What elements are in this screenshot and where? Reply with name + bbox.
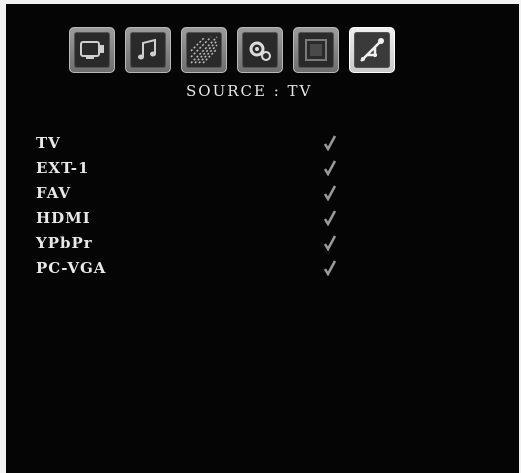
- source-item-pc-vga[interactable]: PC-VGA: [36, 255, 366, 280]
- menu-tab-picture[interactable]: [69, 27, 115, 73]
- menu-tab-features[interactable]: [237, 27, 283, 73]
- checkmark-icon: [323, 185, 337, 201]
- checkmark-icon: [323, 160, 337, 176]
- checkmark-icon: [323, 235, 337, 251]
- source-item-fav[interactable]: FAV: [36, 180, 366, 205]
- menu-tab-sound[interactable]: [125, 27, 171, 73]
- page-title: SOURCE : TV: [186, 82, 313, 100]
- source-label: EXT-1: [36, 158, 90, 177]
- source-label: YPbPr: [36, 233, 93, 252]
- sound-icon: [138, 38, 156, 60]
- source-icon: [360, 38, 384, 62]
- menu-tab-settings[interactable]: [181, 27, 227, 73]
- settings-icon: [190, 36, 218, 64]
- osd-screen: SOURCE : TV TV EXT-1 FAV HDMI YPbPr PC-V…: [6, 4, 519, 473]
- source-list: TV EXT-1 FAV HDMI YPbPr PC-VGA: [36, 130, 366, 280]
- menu-toolbar: [69, 27, 395, 73]
- menu-tab-install[interactable]: [293, 27, 339, 73]
- picture-icon: [80, 41, 104, 59]
- features-icon: [249, 41, 271, 61]
- source-label: HDMI: [36, 208, 91, 227]
- menu-tab-source[interactable]: [349, 27, 395, 73]
- install-icon: [305, 39, 327, 61]
- source-label: FAV: [36, 183, 71, 202]
- source-item-ext1[interactable]: EXT-1: [36, 155, 366, 180]
- checkmark-icon: [323, 260, 337, 276]
- source-item-tv[interactable]: TV: [36, 130, 366, 155]
- source-label: TV: [36, 133, 61, 152]
- source-item-ypbpr[interactable]: YPbPr: [36, 230, 366, 255]
- checkmark-icon: [323, 135, 337, 151]
- source-item-hdmi[interactable]: HDMI: [36, 205, 366, 230]
- checkmark-icon: [323, 210, 337, 226]
- source-label: PC-VGA: [36, 258, 107, 277]
